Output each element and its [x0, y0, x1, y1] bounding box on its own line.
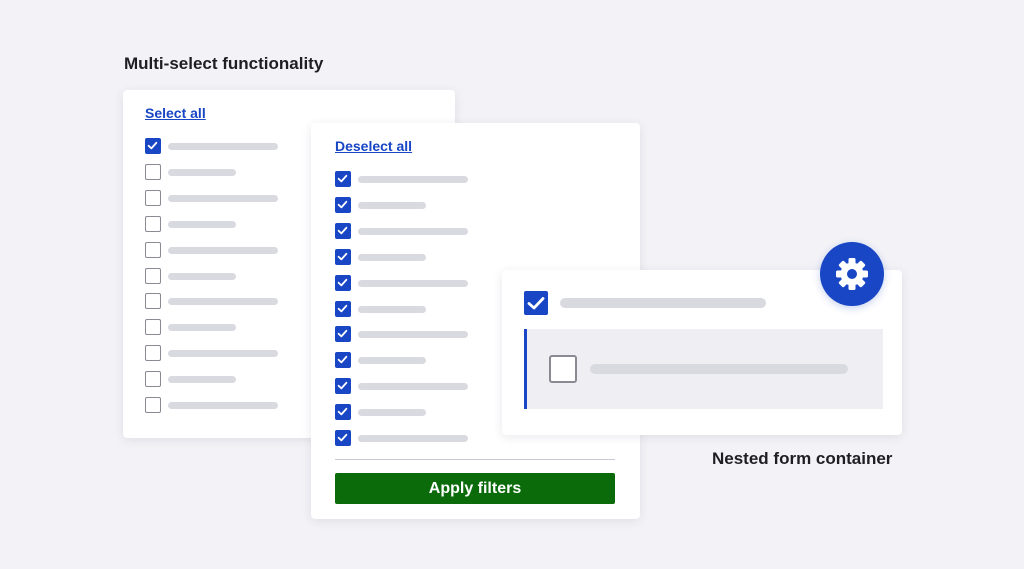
- checkmark-icon: [147, 141, 158, 150]
- option-label-bar: [358, 383, 468, 391]
- checkbox-checked[interactable]: [335, 326, 351, 343]
- checkmark-icon: [337, 252, 348, 260]
- option-label-bar: [358, 331, 468, 339]
- nested-child-group: [524, 329, 883, 409]
- checkbox-checked[interactable]: [335, 352, 351, 369]
- checkmark-icon: [337, 407, 348, 416]
- option-label-bar: [358, 409, 426, 417]
- option-label-bar: [358, 305, 426, 313]
- option-label-bar: [168, 246, 278, 254]
- checkbox-unchecked[interactable]: [145, 215, 161, 232]
- checkbox-checked[interactable]: [335, 196, 351, 213]
- checkbox-checked[interactable]: [145, 138, 161, 154]
- option-label-bar: [358, 279, 468, 287]
- checkmark-icon: [337, 304, 348, 312]
- checkbox-checked[interactable]: [335, 274, 351, 291]
- checkbox-checked[interactable]: [335, 404, 351, 421]
- deselect-all-link[interactable]: Deselect all: [335, 138, 412, 154]
- option-label-bar: [168, 376, 236, 384]
- apply-filters-button[interactable]: Apply filters: [335, 473, 615, 504]
- option-label-bar: [358, 435, 468, 442]
- checkbox-unchecked[interactable]: [145, 241, 161, 258]
- checkmark-icon: [337, 278, 348, 286]
- checkbox-unchecked[interactable]: [145, 267, 161, 284]
- select-all-link[interactable]: Select all: [145, 105, 206, 121]
- checkmark-icon: [337, 226, 348, 235]
- checkbox-unchecked[interactable]: [145, 345, 161, 362]
- settings-button[interactable]: [820, 242, 884, 306]
- option-label-bar: [168, 168, 236, 176]
- caption-multi-select: Multi-select functionality: [124, 54, 324, 73]
- nested-accent-bar: [524, 329, 527, 409]
- checkmark-icon: [337, 174, 348, 183]
- caption-nested-form: Nested form container: [712, 449, 893, 468]
- option-label-bar: [358, 201, 426, 209]
- parent-label-bar: [560, 298, 766, 308]
- parent-checkbox[interactable]: [524, 291, 548, 315]
- child-checkbox[interactable]: [549, 355, 577, 383]
- checkmark-icon: [337, 200, 348, 209]
- option-label-bar: [358, 253, 426, 261]
- option-label-bar: [168, 143, 278, 150]
- option-label-bar: [168, 402, 278, 409]
- option-label-bar: [168, 324, 236, 332]
- checkbox-unchecked[interactable]: [145, 293, 161, 310]
- checkbox-unchecked[interactable]: [145, 397, 161, 413]
- checkbox-unchecked[interactable]: [145, 189, 161, 206]
- checkbox-unchecked[interactable]: [145, 319, 161, 336]
- option-label-bar: [168, 298, 278, 306]
- checkmark-icon: [337, 382, 348, 390]
- option-label-bar: [168, 194, 278, 202]
- option-label-bar: [358, 227, 468, 235]
- checkbox-unchecked[interactable]: [145, 163, 161, 180]
- option-label-bar: [358, 357, 426, 365]
- divider: [335, 459, 615, 460]
- gear-icon: [836, 258, 868, 290]
- checkbox-checked[interactable]: [335, 378, 351, 395]
- checkbox-checked[interactable]: [335, 171, 351, 187]
- checkbox-checked[interactable]: [335, 300, 351, 317]
- checkmark-icon: [527, 297, 545, 310]
- child-label-bar: [590, 364, 848, 374]
- checkbox-checked[interactable]: [335, 430, 351, 446]
- option-label-bar: [168, 272, 236, 280]
- checkbox-checked[interactable]: [335, 222, 351, 239]
- option-label-bar: [168, 350, 278, 358]
- option-label-bar: [168, 220, 236, 228]
- checkmark-icon: [337, 330, 348, 338]
- checkmark-icon: [337, 356, 348, 364]
- checkbox-checked[interactable]: [335, 248, 351, 265]
- checkbox-unchecked[interactable]: [145, 371, 161, 388]
- checkmark-icon: [337, 433, 348, 442]
- option-label-bar: [358, 176, 468, 183]
